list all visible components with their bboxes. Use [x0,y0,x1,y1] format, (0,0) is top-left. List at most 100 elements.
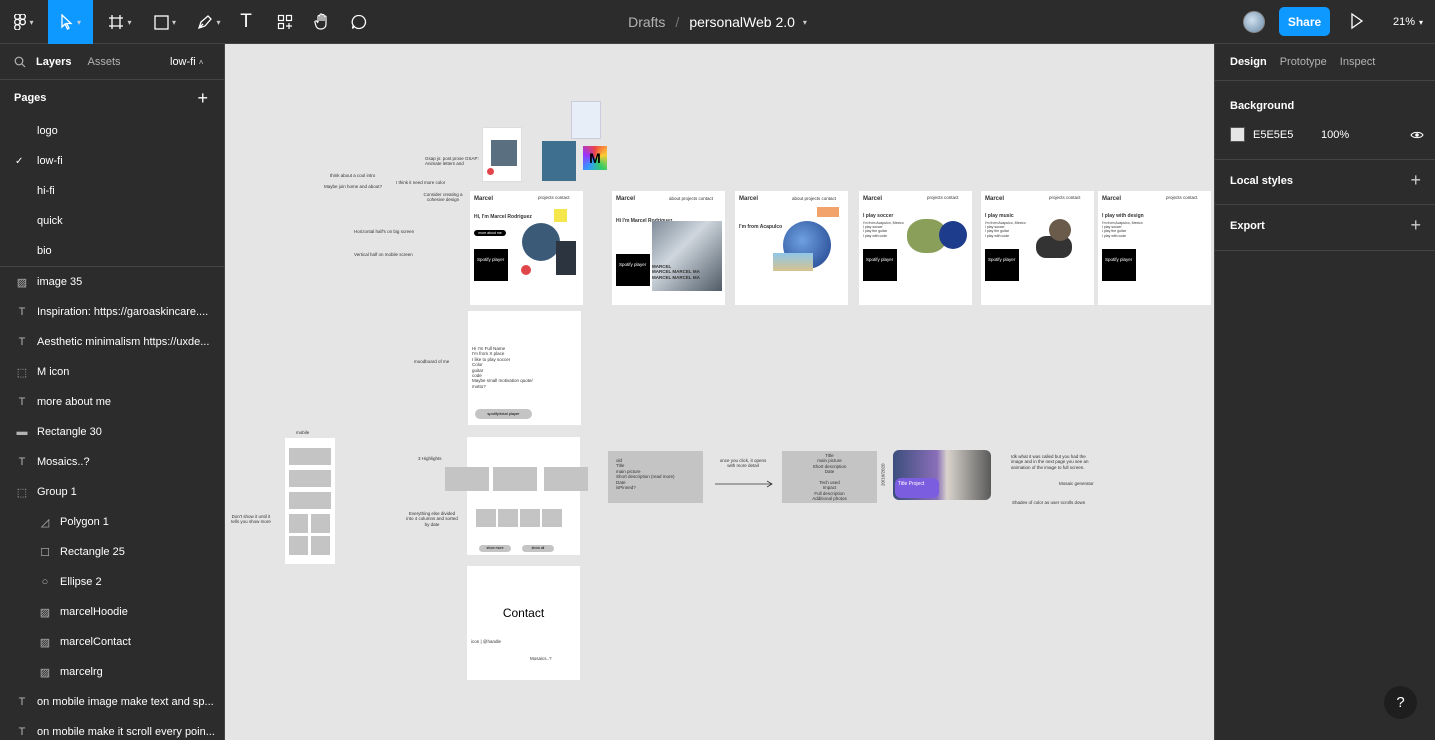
share-button[interactable]: Share [1279,7,1330,36]
zoom-control[interactable]: 21% ▾ [1393,0,1423,44]
note-highlights[interactable]: 3 Highlights [418,456,442,461]
tab-design[interactable]: Design [1230,56,1267,68]
layer-row[interactable]: ⬚ Group 1 [0,477,224,507]
background-swatch[interactable] [1230,127,1245,142]
background-opacity[interactable]: 100% [1321,129,1349,141]
pen-tool-button[interactable]: ▾ [190,0,228,44]
layer-row[interactable]: T Mosaics..? [0,447,224,477]
resources-button[interactable] [272,0,298,44]
project-card-image[interactable]: Title Project [893,450,991,500]
page-item[interactable]: quick [0,206,224,236]
wireframe-intro-frame[interactable]: Hi I'm Full Name I'm from X place I like… [468,311,581,425]
note-gsap[interactable]: Gsap js: post prose GSAP: Animate letter… [425,156,483,167]
eye-icon[interactable] [1410,130,1424,140]
layer-row[interactable]: ▨ image 35 [0,267,224,297]
home-frame[interactable]: Marcel projects contact Hi, I'm Marcel R… [470,191,583,305]
layer-label: image 35 [37,276,83,288]
layer-row[interactable]: T Aesthetic minimalism https://uxde... [0,327,224,357]
note-dont-show[interactable]: Don't show it until it tells you show mo… [228,514,274,525]
page-item[interactable]: logo [0,116,224,146]
page-item[interactable]: ✓ low-fi [0,146,224,176]
note-mosaic-gen[interactable]: Mosaic generator [1059,481,1094,486]
note-cohesive[interactable]: Consider creating a cohesive design [418,192,468,203]
main-menu-button[interactable]: ▾ [0,0,48,44]
spotify-box: Spotify player [474,249,508,281]
layer-row[interactable]: ◿ Polygon 1 [0,507,224,537]
export-section: Export + [1215,205,1435,251]
note-moodboard[interactable]: moodboard of me [414,359,474,364]
layer-row[interactable]: ○ Ellipse 2 [0,567,224,597]
layer-row[interactable]: Tmore about me [0,387,224,417]
tab-layers[interactable]: Layers [36,56,71,68]
tab-inspect[interactable]: Inspect [1340,56,1375,68]
project-detail-card[interactable]: Title main picture Short description Dat… [782,451,877,503]
file-name[interactable]: personalWeb 2.0 [689,14,795,30]
move-tool-button[interactable]: ▾ [48,0,93,44]
current-page-selector[interactable]: low-fi ˄ [170,56,203,68]
user-avatar[interactable] [1243,11,1265,33]
highlight-card[interactable] [544,467,588,491]
design-canvas[interactable]: M Gsap js: post prose GSAP: Animate lett… [225,44,1214,740]
layer-row[interactable]: ▬ Rectangle 30 [0,417,224,447]
projects-frame[interactable]: show more show all [467,437,580,555]
search-icon[interactable] [14,56,26,68]
layer-row[interactable]: ⬚ M icon [0,357,224,387]
layer-row[interactable]: ▨ marcelHoodie [0,597,224,627]
intro-text: Hi I'm Full Name I'm from X place I like… [472,346,533,389]
m-icon-tile[interactable]: M [583,146,607,170]
about-frame-1[interactable]: Marcel about projects contact Hi I'm Mar… [612,191,725,305]
layer-label: Polygon 1 [60,516,109,528]
hand-tool-button[interactable] [310,0,334,44]
layer-row[interactable]: Ton mobile image make text and sp... [0,687,224,717]
note-vertical[interactable]: Vertical half on mobile screen [354,252,434,257]
frame-nav: projects contact [927,195,959,200]
note-mobile[interactable]: mobile [296,430,309,435]
zoom-level: 21% [1393,16,1416,28]
about-frame-2[interactable]: Marcel about projects contact I'm from A… [735,191,848,305]
text-tool-icon: T [240,11,252,32]
note-more-color[interactable]: I think it need more color [396,180,466,185]
layer-row[interactable]: T Inspiration: https://garoaskincare.... [0,297,224,327]
highlight-card[interactable] [493,467,537,491]
spotify-box: Spotify player [1102,249,1136,281]
add-style-plus-icon[interactable]: + [1410,170,1421,191]
frame-tool-button[interactable]: ▾ [100,0,140,44]
contact-frame[interactable]: Contact icon | @handle Mosaics..? [467,566,580,680]
page-item[interactable]: hi-fi [0,176,224,206]
tab-prototype[interactable]: Prototype [1280,56,1327,68]
comment-tool-button[interactable] [348,0,370,44]
background-hex[interactable]: E5E5E5 [1253,129,1293,141]
layer-row[interactable]: Ton mobile make it scroll every poin... [0,717,224,740]
note-everything[interactable]: Everything else divided into 4 columns a… [406,511,458,527]
layer-row[interactable]: ▨ marcelContact [0,627,224,657]
page-item[interactable]: bio [0,236,224,266]
note-shades[interactable]: Shades of color as user scrolls down [1012,500,1102,505]
text-tool-button[interactable]: T [235,0,257,44]
project-list-card[interactable]: old Title main picture Short description… [608,451,703,503]
note-idk[interactable]: Idk what it was called but you had the i… [1011,454,1091,470]
note-cool-intro[interactable]: think about a cool intro [330,173,410,178]
soccer-frame[interactable]: Marcel projects contact I play soccer I'… [859,191,972,305]
note-maybe-join[interactable]: Maybe join home and about? [324,184,404,189]
project-date[interactable]: 20/10/2020 [881,463,886,486]
mobile-frame[interactable] [285,438,335,564]
highlight-card[interactable] [445,467,489,491]
present-play-icon[interactable] [1350,12,1364,30]
layer-row[interactable]: ▨ marcelrg [0,657,224,687]
collage-frame[interactable] [482,127,522,182]
note-click-opens[interactable]: once you click, it opens with more detai… [718,458,768,469]
chevron-down-icon[interactable]: ▾ [803,18,807,27]
tab-assets[interactable]: Assets [87,56,120,68]
photo-tile[interactable] [542,141,576,181]
photo-tile[interactable] [571,101,601,139]
layer-label: Ellipse 2 [60,576,102,588]
shape-tool-button[interactable]: ▾ [145,0,185,44]
add-page-plus-icon[interactable]: + [197,88,208,109]
layer-row[interactable]: ☐ Rectangle 25 [0,537,224,567]
help-button[interactable]: ? [1384,686,1417,719]
note-horizontal[interactable]: Horizontal half's on big screen [354,229,434,234]
design-frame[interactable]: Marcel projects contact I play with desi… [1098,191,1211,305]
music-frame[interactable]: Marcel projects contact I play music I'm… [981,191,1094,305]
add-export-plus-icon[interactable]: + [1410,215,1421,236]
breadcrumb-drafts[interactable]: Drafts [628,14,665,30]
